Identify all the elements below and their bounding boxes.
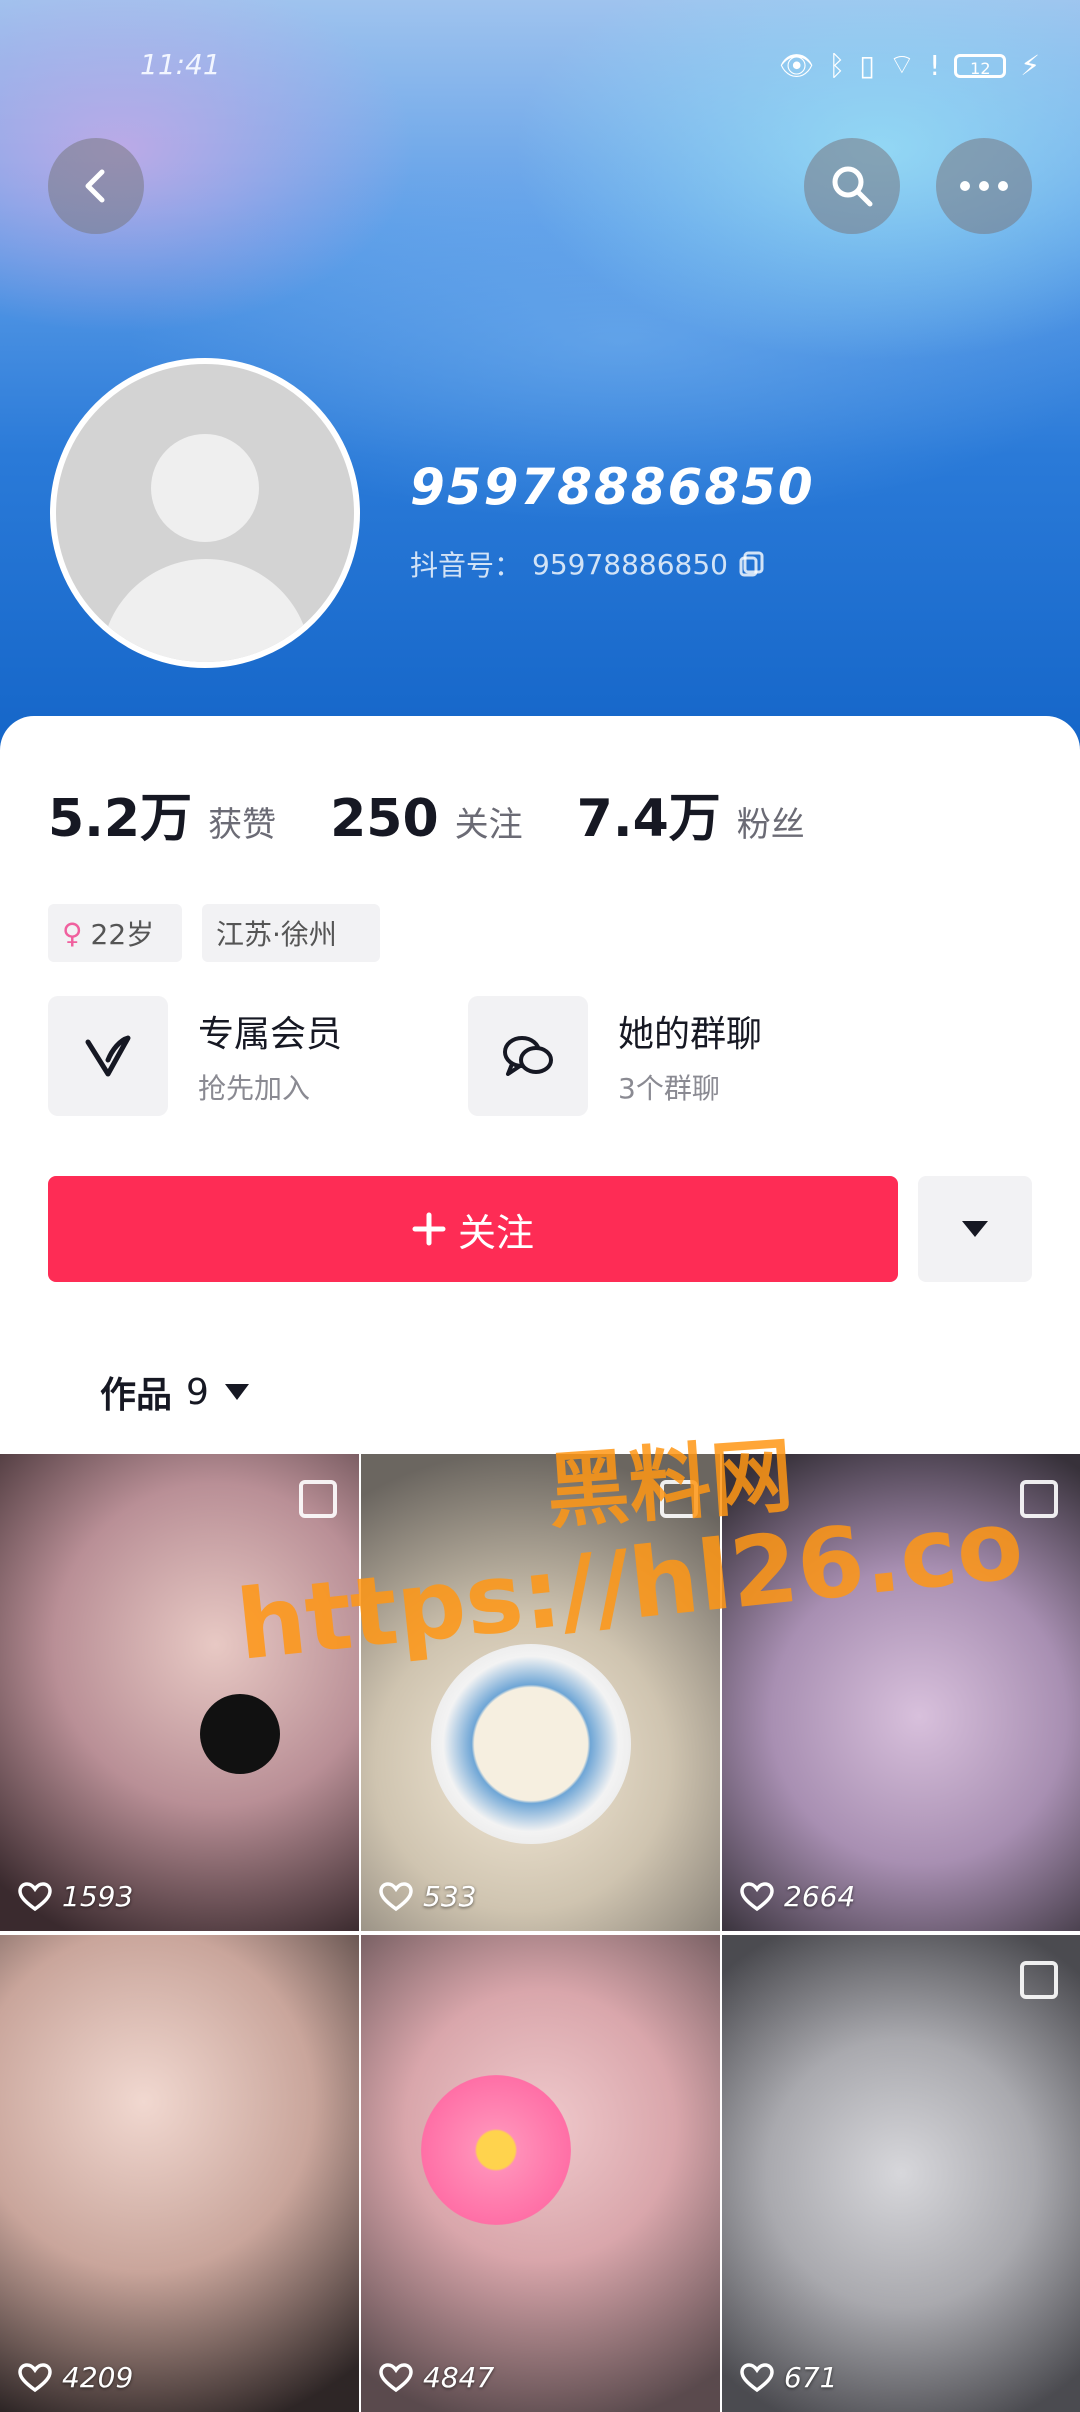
works-tab-label: 作品 — [100, 1375, 173, 1416]
follow-button-label: 关注 — [457, 1210, 534, 1255]
likes-count-text: 671 — [784, 2361, 838, 2394]
group-chat-entry[interactable]: 她的群聊 3个群聊 — [468, 996, 762, 1116]
membership-subtitle: 抢先加入 — [198, 1072, 311, 1105]
search-icon — [832, 166, 873, 207]
status-icons: 👁 ᛒ ▯ ⌔ ! 12 ⚡ — [779, 48, 1040, 83]
video-thumbnail[interactable]: 4847 — [361, 1935, 720, 2412]
likes-label: 获赞 — [208, 805, 277, 845]
copy-icon[interactable] — [738, 550, 766, 578]
more-options-button[interactable] — [936, 138, 1032, 234]
exclusive-membership-entry[interactable]: 专属会员 抢先加入 — [48, 996, 342, 1116]
heart-outline-icon — [379, 1881, 413, 1911]
following-label: 关注 — [454, 805, 523, 845]
eye-icon: 👁 — [778, 49, 815, 82]
stats-row: 5.2万 获赞 250 关注 7.4万 粉丝 — [48, 776, 859, 851]
battery-icon: 12 — [954, 53, 1007, 78]
multi-image-icon — [1020, 1961, 1058, 1999]
alert-icon: ! — [929, 49, 941, 82]
more-dots-icon — [960, 181, 1008, 191]
douyin-id-label: 抖音号： — [410, 549, 523, 582]
avatar-placeholder-body — [101, 559, 311, 662]
heart-outline-icon — [740, 2362, 774, 2392]
video-thumbnail[interactable]: 4209 — [0, 1935, 359, 2412]
location-text: 江苏·徐州 — [216, 918, 337, 951]
works-tab-count: 9 — [186, 1371, 209, 1413]
thumbnail-likes: 4847 — [379, 2361, 494, 2394]
likes-count-text: 4847 — [423, 2361, 495, 2394]
status-bar: 11:41 👁 ᛒ ▯ ⌔ ! 12 ⚡ — [0, 48, 1080, 88]
likes-count-text: 2664 — [784, 1880, 856, 1913]
likes-count[interactable]: 5.2万 — [48, 776, 192, 851]
caret-down-icon — [962, 1221, 988, 1237]
video-thumbnail[interactable]: 2664 — [722, 1454, 1080, 1931]
video-thumbnail[interactable]: 671 — [722, 1935, 1080, 2412]
profile-nickname: 95978886850 — [410, 458, 815, 516]
multi-image-icon — [1020, 1480, 1058, 1518]
follow-button[interactable]: 关注 — [48, 1176, 898, 1282]
douyin-id-row[interactable]: 抖音号： 95978886850 — [410, 544, 766, 584]
thumbnail-likes: 1593 — [18, 1880, 133, 1913]
plus-icon — [412, 1212, 446, 1246]
search-button[interactable] — [804, 138, 900, 234]
thumbnail-likes: 4209 — [18, 2361, 133, 2394]
video-thumbnail[interactable]: 1593 — [0, 1454, 359, 1931]
group-chat-subtitle: 3个群聊 — [618, 1072, 720, 1105]
thumbnail-likes: 533 — [379, 1880, 476, 1913]
multi-image-icon — [660, 1480, 698, 1518]
group-chat-title: 她的群聊 — [618, 1014, 763, 1055]
back-button[interactable] — [48, 138, 144, 234]
likes-count-text: 533 — [423, 1880, 477, 1913]
chevron-left-icon — [85, 169, 105, 203]
thumbnail-likes: 2664 — [740, 1880, 855, 1913]
recommend-dropdown-button[interactable] — [918, 1176, 1032, 1282]
food-bowl-image — [431, 1644, 631, 1844]
vibrate-icon: ▯ — [859, 49, 875, 82]
followers-count[interactable]: 7.4万 — [577, 776, 721, 851]
flower-sticker — [421, 2075, 571, 2225]
heart-outline-icon — [379, 2362, 413, 2392]
status-time: 11:41 — [140, 48, 221, 81]
following-count[interactable]: 250 — [330, 789, 439, 849]
avatar-placeholder-head — [151, 434, 259, 542]
membership-title: 专属会员 — [198, 1014, 343, 1055]
location-tag: 江苏·徐州 — [202, 904, 380, 962]
bluetooth-icon: ᛒ — [828, 49, 846, 82]
v-logo-icon — [48, 996, 168, 1116]
chat-bubbles-icon — [468, 996, 588, 1116]
heart-outline-icon — [18, 2362, 52, 2392]
caret-down-icon — [224, 1384, 249, 1400]
likes-count-text: 4209 — [62, 2361, 134, 2394]
video-thumbnail[interactable]: 533 — [361, 1454, 720, 1931]
heart-outline-icon — [740, 1881, 774, 1911]
female-icon: ♀ — [62, 916, 83, 950]
wifi-icon: ⌔ — [888, 48, 916, 81]
thumbnail-likes: 671 — [740, 2361, 837, 2394]
age-tag: ♀ 22岁 — [48, 904, 182, 962]
likes-count-text: 1593 — [62, 1880, 134, 1913]
avatar[interactable] — [50, 358, 360, 668]
age-text: 22岁 — [90, 918, 155, 951]
heart-outline-icon — [18, 1881, 52, 1911]
black-heart-sticker — [200, 1694, 280, 1774]
works-grid: 1593 533 2664 4209 4847 671 — [0, 1454, 1080, 2412]
multi-image-icon — [299, 1480, 337, 1518]
charging-icon: ⚡ — [1020, 49, 1040, 82]
followers-label: 粉丝 — [736, 805, 805, 845]
douyin-id-value: 95978886850 — [532, 547, 728, 581]
tab-works[interactable]: 作品 9 — [100, 1366, 251, 1418]
